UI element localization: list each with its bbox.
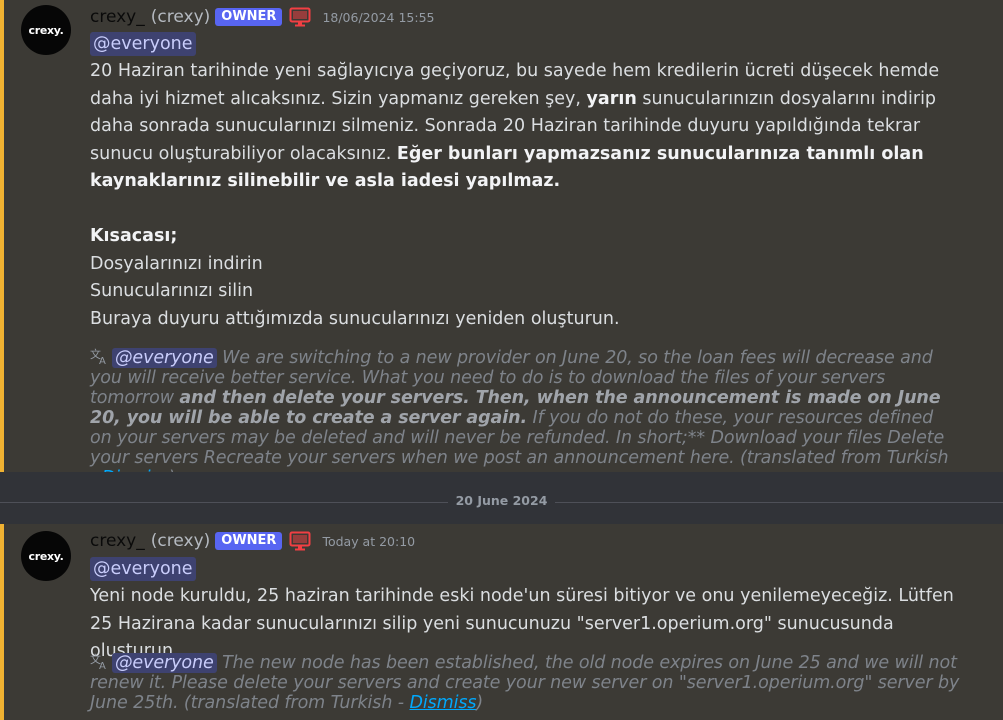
message-header: crexy_ (crexy) OWNER Today at 20:10 [90,530,415,552]
summary-line: Buraya duyuru attığımızda sunucularınızı… [90,308,620,329]
message-header: crexy_ (crexy) OWNER 18/06/2024 15:55 [90,6,434,28]
svg-text:A: A [99,356,106,365]
avatar[interactable]: crexy. [21,5,71,55]
summary-title: Kısacası; [90,226,178,246]
date-divider: 20 June 2024 [0,472,1003,524]
body-paragraph: 20 Haziran tarihinde yeni sağlayıcıya ge… [90,61,940,191]
author-username: (crexy) [150,531,211,551]
monitor-icon [289,531,311,551]
translation-block: 文 A @everyone We are switching to a new … [90,347,960,488]
translation-block: 文 A @everyone The new node has been esta… [90,652,960,713]
summary-line: Sunucularınızı silin [90,281,254,301]
owner-role-badge[interactable]: OWNER [215,532,283,550]
avatar[interactable]: crexy. [21,531,71,581]
everyone-mention[interactable]: @everyone [90,32,196,56]
date-divider-label: 20 June 2024 [447,493,556,508]
translate-icon: 文 A [90,347,106,365]
message-1[interactable]: crexy. crexy_ (crexy) OWNER 18/06/2024 1… [0,0,1003,488]
dismiss-translation-link[interactable]: Dismiss [409,693,476,713]
message-timestamp[interactable]: Today at 20:10 [322,534,415,549]
author-username: (crexy) [150,7,211,27]
mention-line: @everyone [90,32,196,56]
message-body: 20 Haziran tarihinde yeni sağlayıcıya ge… [90,58,970,333]
translate-icon: 文 A [90,652,106,670]
mention-line: @everyone [90,557,196,581]
everyone-mention[interactable]: @everyone [90,557,196,581]
author-name[interactable]: crexy_ [90,7,145,27]
summary-line: Dosyalarınızı indirin [90,253,263,274]
message-2[interactable]: crexy. crexy_ (crexy) OWNER Today at 20:… [0,524,1003,720]
everyone-mention[interactable]: @everyone [112,653,217,673]
svg-text:A: A [99,661,106,670]
author-name[interactable]: crexy_ [90,531,145,551]
everyone-mention[interactable]: @everyone [112,348,217,368]
message-timestamp[interactable]: 18/06/2024 15:55 [322,10,434,25]
owner-role-badge[interactable]: OWNER [215,8,283,26]
monitor-icon [289,7,311,27]
